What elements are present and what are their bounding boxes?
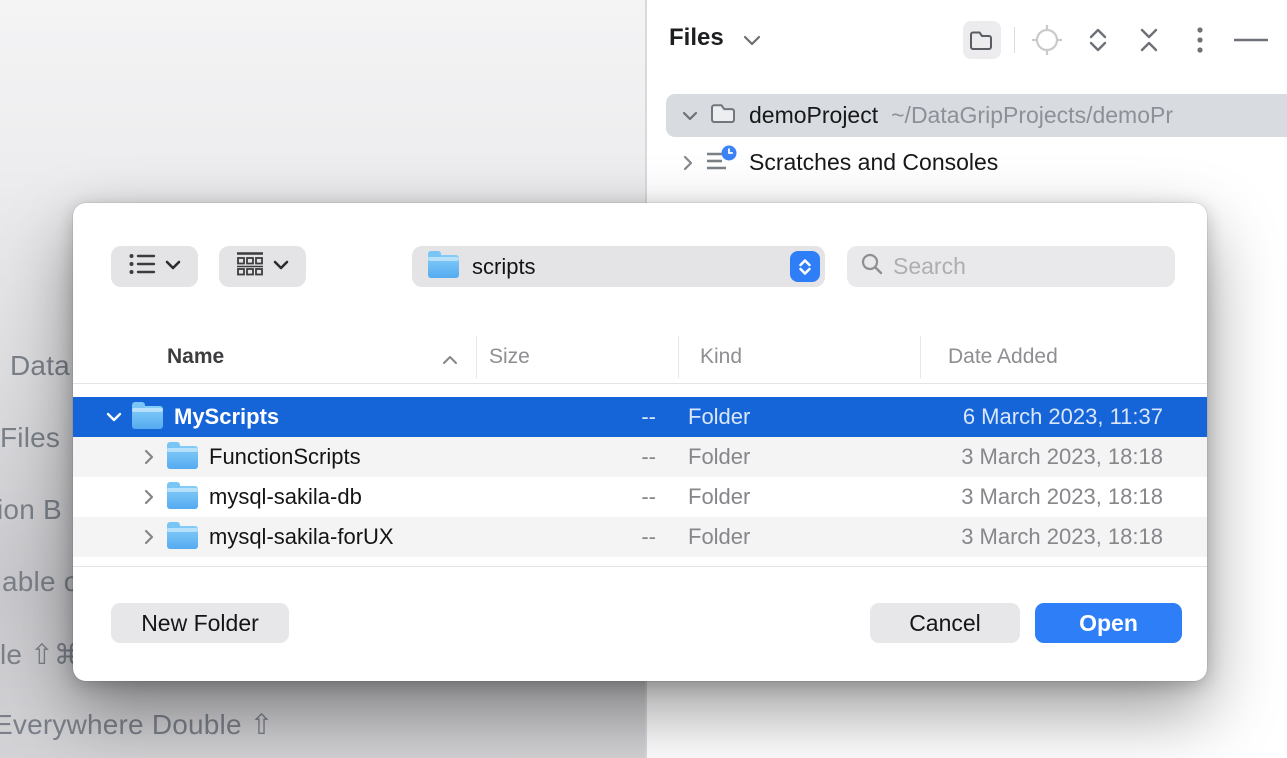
chevron-down-icon: [273, 258, 289, 276]
table-header: Name Size Kind Date Added: [73, 330, 1207, 383]
file-table: MyScripts -- Folder 6 March 2023, 11:37 …: [73, 397, 1207, 557]
search-icon: [860, 252, 884, 281]
location-popup[interactable]: scripts: [412, 246, 825, 287]
size-cell: --: [476, 444, 678, 470]
table-row[interactable]: mysql-sakila-forUX -- Folder 3 March 202…: [73, 517, 1207, 557]
chevron-down-icon[interactable]: [681, 109, 699, 123]
search-input[interactable]: [893, 253, 1153, 280]
column-header-name[interactable]: Name: [73, 345, 476, 369]
column-header-size[interactable]: Size: [476, 345, 678, 369]
editor-hint-fragment: Files: [0, 422, 60, 454]
grid-view-icon: [236, 251, 264, 282]
open-file-dialog: scripts Name: [73, 203, 1207, 681]
chevron-down-icon: [165, 258, 181, 276]
scratches-icon: [704, 144, 738, 181]
grid-view-button[interactable]: [219, 246, 306, 287]
kind-cell: Folder: [678, 404, 920, 430]
column-divider: [920, 336, 921, 378]
tree-item-label: Scratches and Consoles: [749, 149, 998, 176]
editor-hint-fragment: ion B: [0, 494, 62, 526]
tree-item-label: demoProject: [749, 102, 878, 129]
date-added-cell: 3 March 2023, 18:18: [920, 524, 1207, 550]
name-cell: MyScripts: [73, 404, 476, 430]
file-name: mysql-sakila-db: [209, 484, 362, 510]
kind-cell: Folder: [678, 444, 920, 470]
files-panel-toolbar: [963, 21, 1270, 59]
file-name: FunctionScripts: [209, 444, 361, 470]
table-row[interactable]: MyScripts -- Folder 6 March 2023, 11:37: [73, 397, 1207, 437]
new-folder-button[interactable]: New Folder: [111, 603, 289, 643]
sort-ascending-icon: [441, 348, 459, 372]
hide-icon[interactable]: [1232, 21, 1270, 59]
kind-cell: Folder: [678, 524, 920, 550]
tree-item-scratches[interactable]: Scratches and Consoles: [666, 141, 1287, 184]
popup-stepper-icon[interactable]: [790, 251, 820, 282]
file-name: MyScripts: [174, 404, 279, 430]
file-name: mysql-sakila-forUX: [209, 524, 394, 550]
chevron-right-icon[interactable]: [140, 449, 158, 465]
name-cell: mysql-sakila-db: [73, 484, 476, 510]
location-popup-value: scripts: [472, 254, 536, 280]
date-added-cell: 3 March 2023, 18:18: [920, 484, 1207, 510]
folder-icon: [167, 526, 198, 549]
list-view-button[interactable]: [111, 246, 198, 287]
tree-item-demoproject[interactable]: demoProject ~/DataGripProjects/demoPr: [666, 94, 1287, 137]
table-row[interactable]: FunctionScripts -- Folder 3 March 2023, …: [73, 437, 1207, 477]
more-options-icon[interactable]: [1181, 21, 1219, 59]
table-row[interactable]: mysql-sakila-db -- Folder 3 March 2023, …: [73, 477, 1207, 517]
files-panel-header: Files: [647, 0, 1287, 80]
size-cell: --: [476, 524, 678, 550]
folder-icon[interactable]: [963, 21, 1001, 59]
date-added-cell: 6 March 2023, 11:37: [920, 404, 1207, 430]
chevron-right-icon[interactable]: [140, 489, 158, 505]
collapse-all-icon[interactable]: [1130, 21, 1168, 59]
folder-icon: [167, 446, 198, 469]
size-cell: --: [476, 484, 678, 510]
editor-hint-fragment: Everywhere Double ⇧: [0, 708, 273, 741]
folder-icon: [428, 255, 459, 278]
chevron-right-icon[interactable]: [681, 154, 695, 172]
folder-outline-icon: [710, 101, 738, 130]
open-button[interactable]: Open: [1035, 603, 1182, 643]
search-field[interactable]: [847, 246, 1175, 287]
list-view-icon: [128, 252, 156, 281]
tree-item-path: ~/DataGripProjects/demoPr: [891, 102, 1287, 129]
column-divider: [678, 336, 679, 378]
editor-hint-fragment: able o: [2, 566, 80, 598]
column-header-kind[interactable]: Kind: [678, 345, 920, 369]
cancel-button[interactable]: Cancel: [870, 603, 1020, 643]
size-cell: --: [476, 404, 678, 430]
folder-icon: [167, 486, 198, 509]
name-cell: FunctionScripts: [73, 444, 476, 470]
column-header-date-added[interactable]: Date Added: [920, 345, 1207, 369]
table-header-divider: [73, 383, 1207, 384]
column-divider: [476, 336, 477, 378]
table-bottom-divider: [73, 566, 1207, 567]
files-panel-title[interactable]: Files: [669, 24, 724, 52]
chevron-down-icon[interactable]: [742, 34, 762, 53]
screen: Data Files ion B able o le ⇧⌘ Everywhere…: [0, 0, 1287, 758]
chevron-right-icon[interactable]: [140, 529, 158, 545]
editor-hint-fragment: le ⇧⌘: [0, 638, 82, 671]
date-added-cell: 3 March 2023, 18:18: [920, 444, 1207, 470]
name-cell: mysql-sakila-forUX: [73, 524, 476, 550]
toolbar-separator: [1014, 27, 1015, 53]
folder-icon: [132, 406, 163, 429]
editor-hint-fragment: Data: [10, 350, 70, 382]
chevron-down-icon[interactable]: [105, 411, 123, 423]
expand-all-icon[interactable]: [1079, 21, 1117, 59]
locate-icon[interactable]: [1028, 21, 1066, 59]
kind-cell: Folder: [678, 484, 920, 510]
